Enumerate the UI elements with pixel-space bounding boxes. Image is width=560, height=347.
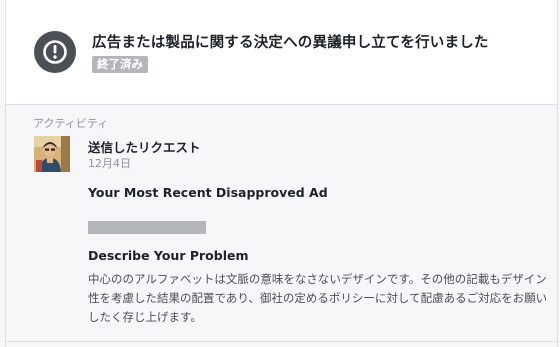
problem-heading: Describe Your Problem [88, 248, 249, 263]
problem-text: 中心ののアルファベットは文脈の意味をなさないデザインです。その他の記載もデザイン… [88, 272, 548, 324]
appeal-header: 広告または製品に関する決定への異議申し立てを行いました 終了済み [6, 0, 557, 105]
request-title: 送信したリクエスト [88, 140, 201, 155]
divider [6, 341, 557, 342]
request-date: 12月4日 [88, 157, 131, 170]
appeal-card: 広告または製品に関する決定への異議申し立てを行いました 終了済み アクティビティ… [5, 0, 558, 347]
status-badge: 終了済み [92, 56, 148, 73]
alert-icon [34, 31, 76, 73]
ad-heading: Your Most Recent Disapproved Ad [88, 185, 328, 200]
activity-section: アクティビティ 送信したリクエスト 12月4日 Your Most Recent… [6, 105, 557, 347]
page-title: 広告または製品に関する決定への異議申し立てを行いました [92, 35, 489, 51]
section-label: アクティビティ [33, 117, 109, 130]
redacted-bar [88, 221, 206, 234]
avatar [34, 136, 70, 172]
